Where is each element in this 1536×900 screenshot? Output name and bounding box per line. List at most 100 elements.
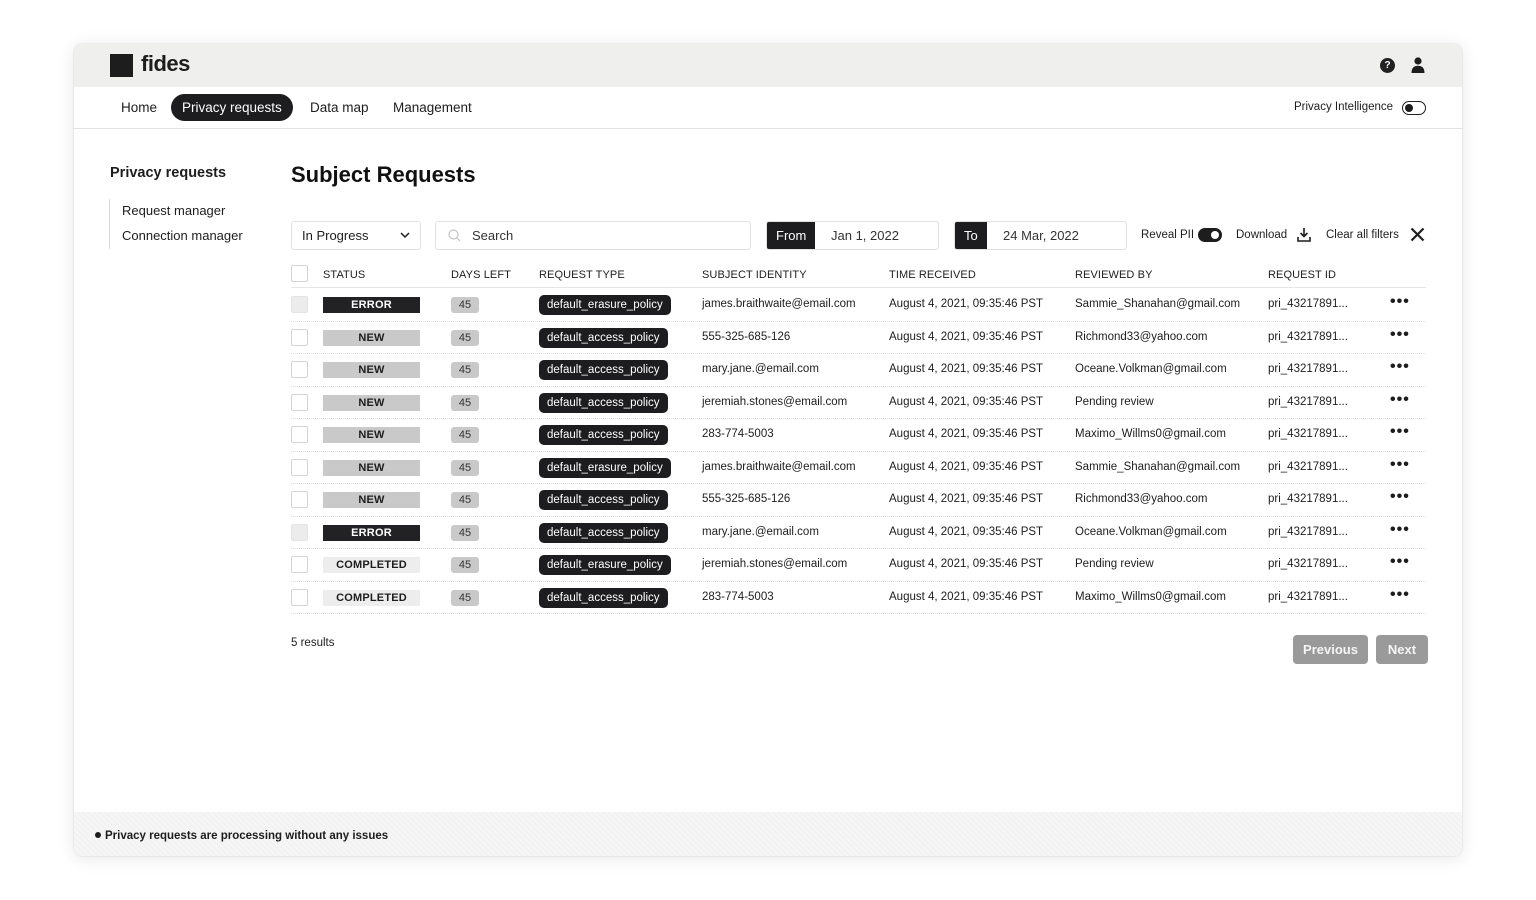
table-row[interactable]: COMPLETED 45 default_erasure_policy jeremia… [291, 549, 1426, 582]
download-icon[interactable] [1297, 227, 1311, 242]
status-badge: NEW [323, 362, 420, 378]
table-row[interactable]: NEW 45 default_access_policy jeremiah.stone… [291, 387, 1426, 419]
select-all-checkbox[interactable] [291, 265, 308, 282]
more-icon[interactable]: ••• [1390, 326, 1410, 344]
more-icon[interactable]: ••• [1390, 423, 1410, 441]
time-received-cell: August 4, 2021, 09:35:46 PST [889, 298, 1044, 310]
previous-button[interactable]: Previous [1293, 635, 1368, 664]
request-id-cell: pri_43217891... [1268, 428, 1348, 440]
request-id-cell: pri_43217891... [1268, 493, 1348, 505]
table-row[interactable]: NEW 45 default_access_policy mary.jane.@ema… [291, 354, 1426, 387]
row-checkbox[interactable] [291, 556, 308, 573]
to-label: To [955, 222, 987, 249]
reviewed-by-cell: Maximo_Willms0@gmail.com [1075, 590, 1226, 603]
row-checkbox[interactable] [291, 361, 308, 378]
table-row[interactable]: NEW 45 default_access_policy 555-325-685-12… [291, 484, 1426, 517]
row-checkbox[interactable] [291, 393, 308, 411]
header-days-left[interactable]: DAYS LEFT [451, 269, 511, 281]
row-checkbox[interactable] [291, 491, 308, 508]
table-row[interactable]: COMPLETED 45 default_access_policy 283-774-… [291, 582, 1426, 614]
privacy-intelligence-toggle[interactable] [1402, 101, 1426, 115]
header-request-id[interactable]: REQUEST ID [1268, 269, 1336, 281]
table-row[interactable]: NEW 45 default_erasure_policy james.braithw… [291, 452, 1426, 484]
subject-identity-cell: 555-325-685-126 [702, 330, 791, 343]
more-icon[interactable]: ••• [1390, 358, 1410, 376]
more-icon[interactable]: ••• [1390, 586, 1410, 604]
status-badge: NEW [323, 427, 420, 443]
time-received-cell: August 4, 2021, 09:35:46 PST [889, 590, 1044, 603]
search-icon [448, 229, 461, 242]
row-checkbox[interactable] [291, 426, 308, 443]
from-date-field[interactable]: From Jan 1, 2022 [766, 221, 939, 250]
subject-identity-cell: 555-325-685-126 [702, 493, 791, 505]
nav-item-home[interactable]: Home [110, 94, 168, 121]
logo-text: fides [141, 51, 190, 76]
main-nav: Home Privacy requests Data map Managemen… [74, 87, 1462, 129]
more-icon[interactable]: ••• [1390, 293, 1410, 311]
nav-item-management[interactable]: Management [382, 94, 483, 121]
request-id-cell: pri_43217891... [1268, 298, 1348, 310]
row-checkbox[interactable] [291, 296, 308, 313]
reveal-pii-toggle[interactable] [1198, 228, 1222, 242]
more-icon[interactable]: ••• [1390, 553, 1410, 571]
to-date-field[interactable]: To 24 Mar, 2022 [954, 221, 1127, 250]
row-checkbox[interactable] [291, 328, 308, 346]
request-type-tag: default_access_policy [539, 360, 668, 380]
clear-filters-label[interactable]: Clear all filters [1326, 229, 1399, 241]
status-footer: Privacy requests are processing without … [74, 812, 1462, 856]
subject-identity-cell: james.braithwaite@email.com [702, 298, 856, 310]
header-status[interactable]: STATUS [323, 269, 365, 281]
sidebar-item-connection-manager[interactable]: Connection manager [122, 228, 243, 243]
header-reviewed-by[interactable]: REVIEWED BY [1075, 269, 1153, 281]
row-checkbox[interactable] [291, 588, 308, 606]
header-request-type[interactable]: REQUEST TYPE [539, 269, 625, 281]
close-icon[interactable] [1410, 227, 1425, 242]
row-checkbox[interactable] [291, 458, 308, 476]
request-id-cell: pri_43217891... [1268, 395, 1348, 408]
download-label[interactable]: Download [1236, 229, 1287, 241]
table-row[interactable]: NEW 45 default_access_policy 555-325-685-12… [291, 322, 1426, 354]
toggle-knob [1404, 103, 1413, 112]
table-row[interactable]: ERROR 45 default_access_policy mary.jane.@e… [291, 517, 1426, 549]
days-left-badge: 45 [451, 459, 479, 476]
more-icon[interactable]: ••• [1390, 391, 1410, 409]
page-title: Subject Requests [291, 162, 476, 187]
top-bar: fides ? [74, 44, 1462, 87]
help-icon[interactable]: ? [1380, 58, 1395, 73]
request-type-tag: default_access_policy [539, 522, 668, 543]
reviewed-by-cell: Pending review [1075, 558, 1154, 570]
sidebar-item-request-manager[interactable]: Request manager [122, 203, 225, 218]
request-id-cell: pri_43217891... [1268, 363, 1348, 375]
footer-status-text: Privacy requests are processing without … [105, 830, 389, 842]
status-dot-icon [95, 831, 101, 838]
time-received-cell: August 4, 2021, 09:35:46 PST [889, 493, 1044, 505]
request-id-cell: pri_43217891... [1268, 558, 1348, 570]
request-id-cell: pri_43217891... [1268, 525, 1348, 538]
table-header: STATUS DAYS LEFT REQUEST TYPE SUBJECT ID… [291, 264, 1426, 288]
next-button[interactable]: Next [1376, 635, 1428, 664]
subject-identity-cell: james.braithwaite@email.com [702, 460, 856, 473]
time-received-cell: August 4, 2021, 09:35:46 PST [889, 428, 1044, 440]
table-row[interactable]: NEW 45 default_access_policy 283-774-5003 Au… [291, 419, 1426, 452]
user-icon[interactable] [1411, 57, 1425, 73]
days-left-badge: 45 [451, 557, 479, 573]
table-row[interactable]: ERROR 45 default_erasure_policy james.brait… [291, 289, 1426, 322]
sidebar-title: Privacy requests [110, 165, 227, 181]
header-subject-identity[interactable]: SUBJECT IDENTITY [702, 269, 807, 281]
more-icon[interactable]: ••• [1390, 456, 1410, 474]
request-id-cell: pri_43217891... [1268, 330, 1348, 343]
reviewed-by-cell: Sammie_Shanahan@gmail.com [1075, 298, 1241, 310]
more-icon[interactable]: ••• [1390, 521, 1410, 539]
search-input[interactable]: Search [435, 221, 751, 250]
subject-identity-cell: mary.jane.@email.com [702, 363, 819, 375]
header-time-received[interactable]: TIME RECEIVED [889, 269, 976, 281]
nav-item-data-map[interactable]: Data map [299, 94, 380, 121]
privacy-intelligence-label: Privacy Intelligence [1294, 101, 1394, 113]
status-select[interactable]: In Progress [291, 221, 421, 250]
row-checkbox[interactable] [291, 523, 308, 541]
time-received-cell: August 4, 2021, 09:35:46 PST [889, 395, 1044, 408]
nav-item-privacy-requests[interactable]: Privacy requests [171, 94, 293, 121]
time-received-cell: August 4, 2021, 09:35:46 PST [889, 363, 1044, 375]
more-icon[interactable]: ••• [1390, 488, 1410, 506]
time-received-cell: August 4, 2021, 09:35:46 PST [889, 460, 1044, 473]
